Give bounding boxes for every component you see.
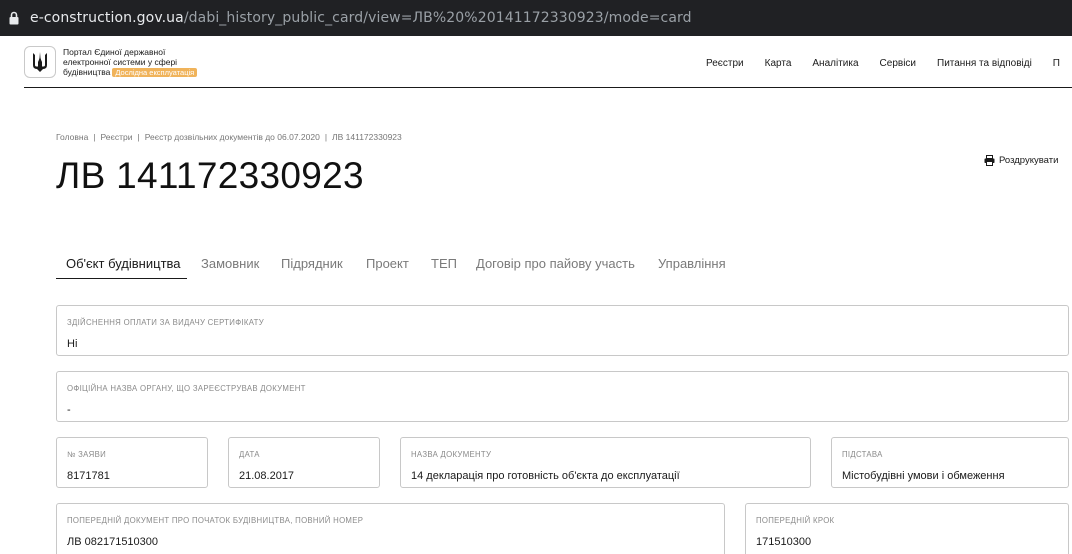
nav-more[interactable]: П — [1053, 58, 1060, 69]
tab-project[interactable]: Проект — [366, 248, 409, 279]
tab-share-agreement[interactable]: Договір про пайову участь — [476, 248, 635, 279]
printer-icon — [984, 155, 995, 166]
portal-brand[interactable]: Портал Єдиної державної електронної сист… — [63, 47, 233, 77]
site-header: Портал Єдиної державної електронної сист… — [24, 36, 1072, 88]
nav-faq[interactable]: Питання та відповіді — [937, 58, 1032, 69]
breadcrumb-registries[interactable]: Реєстри — [101, 132, 133, 142]
field-label: № заяви — [67, 450, 106, 459]
nav-services[interactable]: Сервіси — [880, 58, 916, 69]
print-button[interactable]: Роздрукувати — [984, 155, 1058, 166]
page-title: ЛВ 141172330923 — [56, 155, 364, 196]
field-label: Дата — [239, 450, 260, 459]
field-payment: Здійснення оплати за видачу сертифікату … — [56, 305, 1069, 356]
field-value: 21.08.2017 — [239, 470, 295, 482]
beta-badge: Дослідна експлуатація — [112, 68, 198, 77]
tab-bar: Об'єкт будівництва Замовник Підрядник Пр… — [56, 248, 746, 279]
nav-analytics[interactable]: Аналітика — [812, 58, 858, 69]
tryzub-icon[interactable] — [24, 46, 56, 78]
field-value: ЛВ 082171510300 — [67, 536, 159, 548]
breadcrumb-home[interactable]: Головна — [56, 132, 88, 142]
field-previous-document: Попередній документ про початок будівниц… — [56, 503, 725, 554]
url-text[interactable]: e-construction.gov.ua/dabi_history_publi… — [30, 10, 692, 26]
field-value: 14 декларація про готовність об'єкта до … — [411, 470, 680, 482]
field-value: 8171781 — [67, 470, 110, 482]
nav-map[interactable]: Карта — [765, 58, 792, 69]
field-label: Назва документу — [411, 450, 492, 459]
field-label: Здійснення оплати за видачу сертифікату — [67, 318, 264, 327]
browser-address-bar[interactable]: e-construction.gov.ua/dabi_history_publi… — [0, 0, 1072, 36]
field-label: Підстава — [842, 450, 883, 459]
breadcrumb-separator: | — [137, 132, 140, 142]
tab-customer[interactable]: Замовник — [201, 248, 259, 279]
field-label: Попередній документ про початок будівниц… — [67, 516, 364, 525]
tab-management[interactable]: Управління — [658, 248, 726, 279]
field-document-name: Назва документу 14 декларація про готовн… — [400, 437, 811, 488]
field-application-number: № заяви 8171781 — [56, 437, 208, 488]
field-label: Попередній крок — [756, 516, 835, 525]
lock-icon — [9, 11, 19, 25]
field-authority: Офіційна назва органу, що зареєстрував д… — [56, 371, 1069, 422]
field-previous-step: Попередній крок 171510300 — [745, 503, 1069, 554]
field-value: - — [67, 404, 71, 416]
field-date: Дата 21.08.2017 — [228, 437, 380, 488]
field-label: Офіційна назва органу, що зареєстрував д… — [67, 384, 306, 393]
nav-registries[interactable]: Реєстри — [706, 58, 744, 69]
breadcrumb-current: ЛВ 141172330923 — [332, 132, 402, 142]
field-basis: Підстава Містобудівні умови і обмеження — [831, 437, 1069, 488]
brand-line-2: електронної системи у сфері — [63, 57, 178, 67]
print-label: Роздрукувати — [999, 155, 1059, 166]
brand-line-1: Портал Єдиної державної — [63, 47, 166, 57]
breadcrumb-separator: | — [93, 132, 96, 142]
field-value: 171510300 — [756, 536, 812, 548]
tab-contractor[interactable]: Підрядник — [281, 248, 343, 279]
main-nav: Реєстри Карта Аналітика Сервіси Питання … — [706, 58, 1072, 69]
breadcrumb-registry[interactable]: Реєстр дозвільних документів до 06.07.20… — [145, 132, 320, 142]
tab-construction-object[interactable]: Об'єкт будівництва — [56, 248, 187, 279]
breadcrumb: Головна | Реєстри | Реєстр дозвільних докуме… — [56, 132, 402, 142]
tab-tep[interactable]: ТЕП — [431, 248, 457, 279]
field-value: Ні — [67, 338, 78, 350]
breadcrumb-separator: | — [324, 132, 328, 142]
field-value: Містобудівні умови і обмеження — [842, 470, 1005, 482]
brand-line-3: будівництва — [63, 67, 111, 77]
